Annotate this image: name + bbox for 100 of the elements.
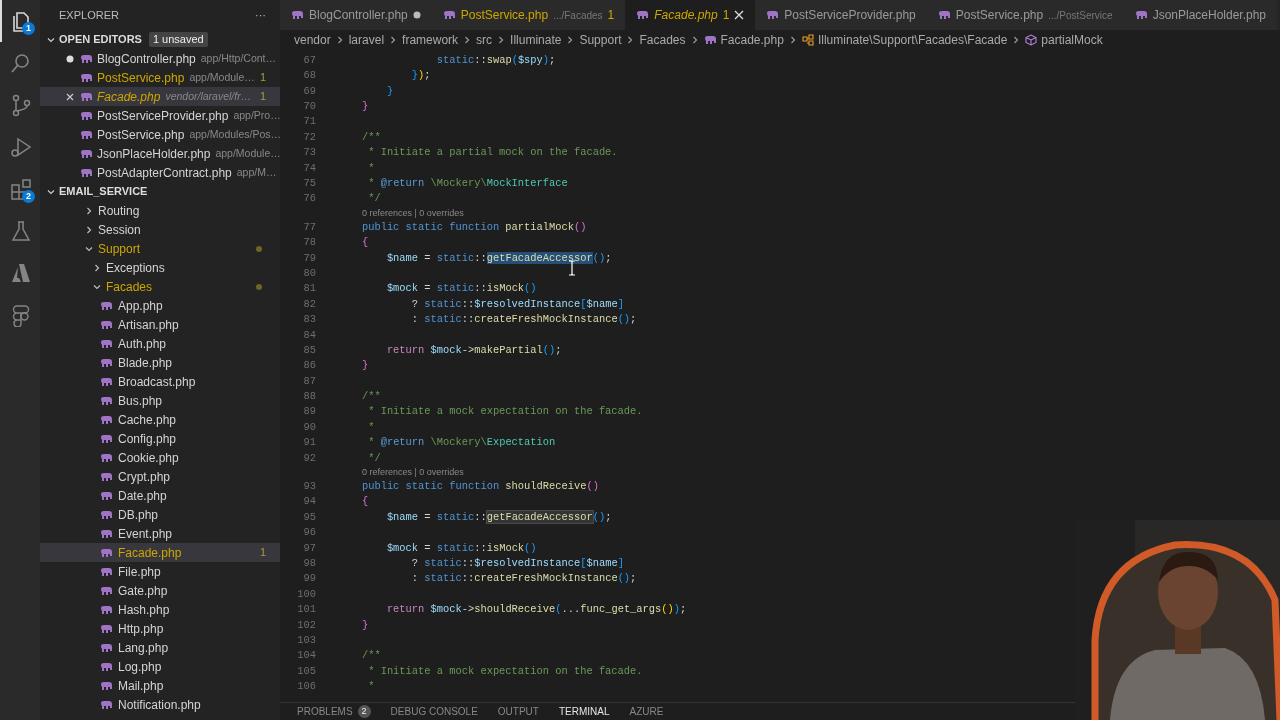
file-name: Notification.php bbox=[118, 696, 201, 714]
folder-item[interactable]: Facades bbox=[40, 277, 280, 296]
file-item[interactable]: Auth.php bbox=[40, 334, 280, 353]
panel-tab[interactable]: PROBLEMS 2 bbox=[297, 704, 371, 719]
code-lens-link[interactable]: 0 references | 0 overrides bbox=[361, 465, 464, 480]
tab-label: PostService.php bbox=[955, 7, 1044, 24]
file-item[interactable]: Broadcast.php bbox=[40, 372, 280, 391]
editor-tab[interactable]: Facade.php 1 bbox=[625, 0, 756, 30]
file-item[interactable]: Facade.php 1 bbox=[40, 543, 280, 562]
editor-tab[interactable]: PostServiceProvider.php bbox=[755, 0, 927, 30]
panel-tab[interactable]: OUTPUT bbox=[497, 704, 539, 719]
elephant-icon bbox=[1134, 10, 1148, 20]
section-header[interactable]: EMAIL_SERVICE bbox=[59, 183, 148, 200]
file-item[interactable]: Date.php bbox=[40, 486, 280, 505]
elephant-icon bbox=[100, 490, 113, 501]
breadcrumb-item[interactable]: Facade.php bbox=[720, 31, 784, 49]
elephant-icon bbox=[636, 10, 650, 20]
file-name: DB.php bbox=[118, 506, 159, 524]
file-item[interactable]: Bus.php bbox=[40, 391, 280, 410]
cube-icon bbox=[1025, 34, 1038, 46]
elephant-icon bbox=[442, 10, 456, 20]
folder-name: Support bbox=[98, 240, 141, 258]
elephant-icon bbox=[291, 10, 304, 20]
flask-icon[interactable] bbox=[9, 219, 33, 243]
file-path: app/Module… bbox=[189, 69, 255, 85]
file-item[interactable]: Lang.php bbox=[40, 638, 280, 657]
folder-name: Routing bbox=[98, 202, 140, 220]
line-number: 86 bbox=[302, 358, 316, 374]
file-item[interactable]: Http.php bbox=[40, 619, 280, 638]
panel-tab[interactable]: DEBUG CONSOLE bbox=[390, 704, 478, 719]
line-number: 77 bbox=[302, 219, 316, 235]
close-icon[interactable] bbox=[65, 91, 75, 102]
triangle-logo-icon[interactable] bbox=[9, 261, 33, 285]
breadcrumb-item[interactable]: vendor bbox=[294, 31, 331, 49]
file-item[interactable]: Notification.php bbox=[40, 695, 280, 714]
file-item[interactable]: Crypt.php bbox=[40, 467, 280, 486]
open-editor-item[interactable]: PostService.php app/Module… 1 bbox=[40, 68, 280, 87]
code-line: */ bbox=[368, 191, 381, 207]
tab-label: Facade.php bbox=[654, 7, 718, 24]
file-item[interactable]: File.php bbox=[40, 562, 280, 581]
file-name: File.php bbox=[118, 563, 161, 581]
editor-tab[interactable]: BlogController.php bbox=[280, 0, 432, 30]
code-line: * @return \Mockery\Expectation bbox=[368, 435, 556, 451]
close-icon[interactable] bbox=[734, 10, 745, 20]
file-item[interactable]: Event.php bbox=[40, 524, 280, 543]
file-name: Facade.php bbox=[97, 88, 161, 106]
panel-tab[interactable]: TERMINAL bbox=[558, 704, 610, 719]
file-item[interactable]: Config.php bbox=[40, 429, 280, 448]
file-item[interactable]: DB.php bbox=[40, 505, 280, 524]
folder-item[interactable]: Routing bbox=[40, 201, 280, 220]
open-editor-item[interactable]: BlogController.php app/Http/Cont… bbox=[40, 49, 280, 68]
code-line: { bbox=[361, 235, 369, 251]
breadcrumb-item[interactable]: src bbox=[476, 31, 493, 49]
editor-tab[interactable]: JsonPlaceHolder.php bbox=[1123, 0, 1278, 30]
file-item[interactable]: Artisan.php bbox=[40, 315, 280, 334]
line-number: 91 bbox=[302, 435, 316, 451]
code-line: } bbox=[386, 83, 394, 99]
folder-item[interactable]: Session bbox=[40, 220, 280, 239]
line-number: 105 bbox=[296, 663, 316, 679]
elephant-icon bbox=[100, 433, 113, 444]
class-icon bbox=[801, 34, 814, 46]
file-item[interactable]: Blade.php bbox=[40, 353, 280, 372]
breadcrumb-item[interactable]: laravel bbox=[348, 31, 385, 49]
file-item[interactable]: Cookie.php bbox=[40, 448, 280, 467]
code-lens-link[interactable]: 0 references | 0 overrides bbox=[361, 206, 464, 221]
open-editor-item[interactable]: PostService.php app/Modules/Pos… bbox=[40, 125, 280, 144]
open-editor-item[interactable]: PostServiceProvider.php app/Pro… bbox=[40, 106, 280, 125]
breadcrumb-item[interactable]: Illuminate bbox=[510, 31, 562, 49]
file-path: app/M… bbox=[236, 164, 277, 180]
line-number: 96 bbox=[302, 525, 316, 541]
section-header[interactable]: OPEN EDITORS bbox=[59, 31, 142, 48]
code-line: : static::createFreshMockInstance(); bbox=[411, 312, 637, 328]
file-item[interactable]: App.php bbox=[40, 296, 280, 315]
file-item[interactable]: Hash.php bbox=[40, 600, 280, 619]
breadcrumb-item[interactable]: Illuminate\Support\Facades\Facade bbox=[817, 31, 1008, 49]
file-item[interactable]: Log.php bbox=[40, 657, 280, 676]
editor-tab[interactable]: PostService.php .../PostService bbox=[926, 0, 1124, 30]
line-number: 76 bbox=[302, 191, 316, 207]
open-editor-item[interactable]: JsonPlaceHolder.php app/Module… bbox=[40, 144, 280, 163]
editor-tab[interactable]: PostService.php .../Facades 1 bbox=[431, 0, 626, 30]
folder-item[interactable]: Exceptions bbox=[40, 258, 280, 277]
open-editor-item[interactable]: PostAdapterContract.php app/M… bbox=[40, 163, 280, 182]
breadcrumb-item[interactable]: Facades bbox=[639, 31, 686, 49]
extensions-icon[interactable] bbox=[9, 177, 33, 201]
count-badge: 1 bbox=[22, 22, 35, 35]
open-editor-item[interactable]: Facade.php vendor/laravel/fr… 1 bbox=[40, 87, 280, 106]
folder-item[interactable]: Support bbox=[40, 239, 280, 258]
file-item[interactable]: Mail.php bbox=[40, 676, 280, 695]
file-item[interactable]: Cache.php bbox=[40, 410, 280, 429]
run-debug-icon[interactable] bbox=[9, 135, 33, 159]
file-name: PostService.php bbox=[97, 126, 185, 144]
file-item[interactable]: Gate.php bbox=[40, 581, 280, 600]
panel-tab[interactable]: AZURE bbox=[629, 704, 664, 719]
breadcrumb-item[interactable]: Support bbox=[579, 31, 622, 49]
breadcrumb-item[interactable]: partialMock bbox=[1041, 31, 1103, 49]
file-name: PostService.php bbox=[97, 69, 185, 87]
more-actions-button[interactable]: ··· bbox=[255, 6, 266, 24]
breadcrumb-item[interactable]: framework bbox=[402, 31, 459, 49]
code-line: /** bbox=[361, 129, 381, 145]
line-number: 70 bbox=[302, 99, 316, 115]
